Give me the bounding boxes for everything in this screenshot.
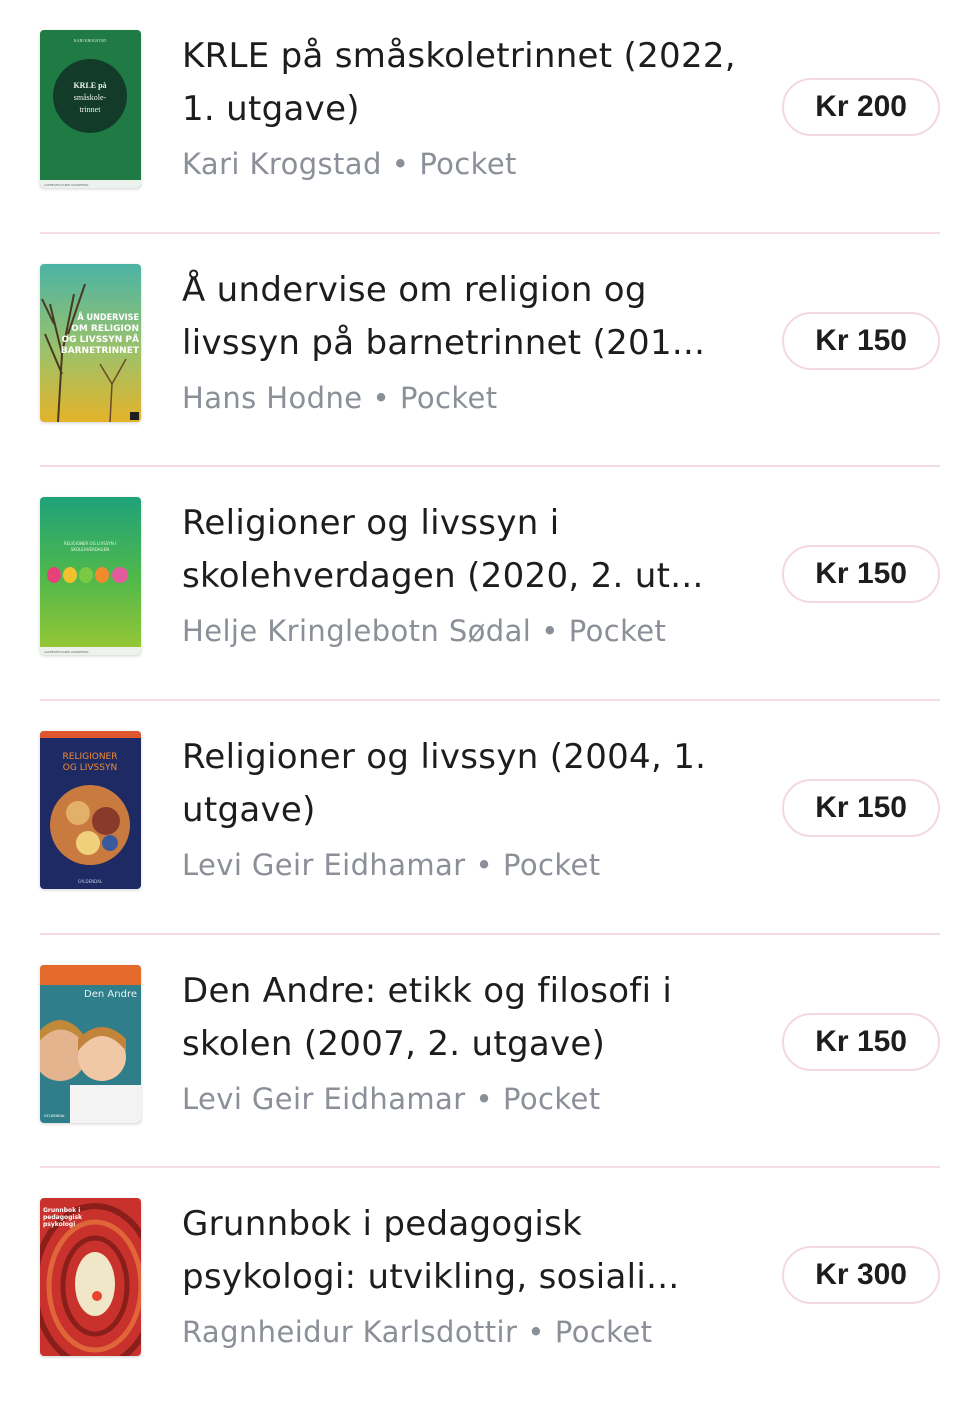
book-format: Pocket <box>503 848 601 883</box>
book-title[interactable]: KRLE på småskoletrinnet (2022, 1. utgave… <box>182 30 742 136</box>
cover-title-line: RELIGIONER OG LIVSSYN I <box>64 541 116 546</box>
book-author: Helje Kringlebotn Sødal <box>182 614 532 649</box>
book-meta: Levi Geir Eidhamar • Pocket <box>182 1079 601 1119</box>
book-author: Ragnheidur Karlsdottir <box>182 1315 518 1350</box>
separator-dot: • <box>372 380 390 415</box>
book-cover-art: RELIGIONER OG LIVSSYN GYLDENDAL <box>40 731 141 890</box>
book-cover-art: RELIGIONER OG LIVSSYN I SKOLEHVERDAGEN C… <box>40 497 141 656</box>
book-cover[interactable]: RELIGIONER OG LIVSSYN GYLDENDAL <box>40 731 141 890</box>
book-cover[interactable]: Grunnbok i pedagogisk psykologi <box>40 1198 141 1357</box>
cover-title-line: Å UNDERVISE <box>77 312 139 323</box>
cover-top-text: KARI KROGSTAD <box>74 38 106 43</box>
book-list: KARI KROGSTAD KRLE på småskole- trinnet … <box>40 0 940 1402</box>
book-cover[interactable]: Å UNDERVISE OM RELIGION OG LIVSSYN PÅ BA… <box>40 263 141 422</box>
cover-title-line: SKOLEHVERDAGEN <box>71 547 109 552</box>
list-item[interactable]: RELIGIONER OG LIVSSYN I SKOLEHVERDAGEN C… <box>40 467 940 701</box>
list-item[interactable]: Å UNDERVISE OM RELIGION OG LIVSSYN PÅ BA… <box>40 234 940 468</box>
cover-title-line: pedagogisk <box>43 1214 83 1221</box>
list-item[interactable]: RELIGIONER OG LIVSSYN GYLDENDAL Religion… <box>40 701 940 935</box>
book-author: Levi Geir Eidhamar <box>182 848 466 883</box>
price-button[interactable]: Kr 200 <box>782 78 940 136</box>
book-meta: Hans Hodne • Pocket <box>182 378 498 418</box>
price-button[interactable]: Kr 300 <box>782 1246 940 1305</box>
cover-title-line: OG LIVSSYN <box>63 763 117 773</box>
book-meta: Levi Geir Eidhamar • Pocket <box>182 845 601 885</box>
book-title[interactable]: Den Andre: etikk og filosofi i skolen (2… <box>182 965 742 1071</box>
cover-title-text: Den Andre <box>84 989 137 1000</box>
list-item[interactable]: KARI KROGSTAD KRLE på småskole- trinnet … <box>40 0 940 234</box>
cover-title-line: BARNETRINNET <box>61 346 140 356</box>
price-button[interactable]: Kr 150 <box>782 545 940 604</box>
book-format: Pocket <box>568 614 667 649</box>
book-cover[interactable]: RELIGIONER OG LIVSSYN I SKOLEHVERDAGEN C… <box>40 497 141 656</box>
book-cover[interactable]: Den Andre GYLDENDAL <box>40 964 141 1123</box>
book-format: Pocket <box>399 380 498 415</box>
book-meta: Kari Krogstad • Pocket <box>182 144 517 184</box>
book-title[interactable]: Religioner og livssyn (2004, 1. utgave) <box>182 731 742 837</box>
cover-title-line: KRLE på <box>73 81 106 90</box>
book-meta: Ragnheidur Karlsdottir • Pocket <box>182 1312 652 1352</box>
book-cover[interactable]: KARI KROGSTAD KRLE på småskole- trinnet … <box>40 30 141 188</box>
price-button[interactable]: Kr 150 <box>782 779 940 838</box>
price-button[interactable]: Kr 150 <box>782 311 940 370</box>
book-cover-art: Å UNDERVISE OM RELIGION OG LIVSSYN PÅ BA… <box>40 263 141 422</box>
cover-publisher-text: GYLDENDAL <box>78 879 103 884</box>
cover-title-line: OG LIVSSYN PÅ <box>61 334 139 345</box>
separator-dot: • <box>541 614 559 649</box>
separator-dot: • <box>475 1081 494 1116</box>
book-title[interactable]: Religioner og livssyn i skolehverdagen (… <box>182 497 742 603</box>
book-cover-art: KARI KROGSTAD KRLE på småskole- trinnet … <box>40 30 141 188</box>
list-item[interactable]: Grunnbok i pedagogisk psykologi Grunnbok… <box>40 1168 940 1402</box>
book-format: Pocket <box>503 1081 601 1116</box>
cover-title-line: småskole- <box>74 93 107 102</box>
book-cover-art: Den Andre GYLDENDAL <box>40 964 141 1123</box>
book-author: Hans Hodne <box>182 380 363 415</box>
separator-dot: • <box>475 848 494 883</box>
list-item[interactable]: Den Andre GYLDENDAL Den Andre: etikk og … <box>40 935 940 1169</box>
book-meta: Helje Kringlebotn Sødal • Pocket <box>182 611 666 651</box>
book-format: Pocket <box>419 147 517 181</box>
cover-title-line: psykologi <box>43 1221 75 1228</box>
price-button[interactable]: Kr 150 <box>782 1012 940 1071</box>
cover-title-line: Grunnbok i <box>43 1207 80 1214</box>
book-title[interactable]: Grunnbok i pedagogisk psykologi: utvikli… <box>182 1198 742 1304</box>
cover-publisher-text: GYLDENDAL <box>44 1114 65 1118</box>
book-format: Pocket <box>554 1315 653 1350</box>
cover-title-line: OM RELIGION <box>71 324 139 334</box>
separator-dot: • <box>527 1315 545 1350</box>
book-cover-art: Grunnbok i pedagogisk psykologi <box>40 1198 141 1357</box>
separator-dot: • <box>391 147 410 181</box>
cover-title-line: trinnet <box>80 105 102 114</box>
cover-title-line: RELIGIONER <box>63 752 118 762</box>
cover-publisher-text: CAPPELEN DAMM AKADEMISK <box>44 650 89 654</box>
book-author: Kari Krogstad <box>182 147 382 181</box>
cover-publisher-text: CAPPELEN DAMM AKADEMISK <box>44 183 89 187</box>
book-author: Levi Geir Eidhamar <box>182 1081 466 1116</box>
book-title[interactable]: Å undervise om religion og livssyn på ba… <box>182 264 742 370</box>
